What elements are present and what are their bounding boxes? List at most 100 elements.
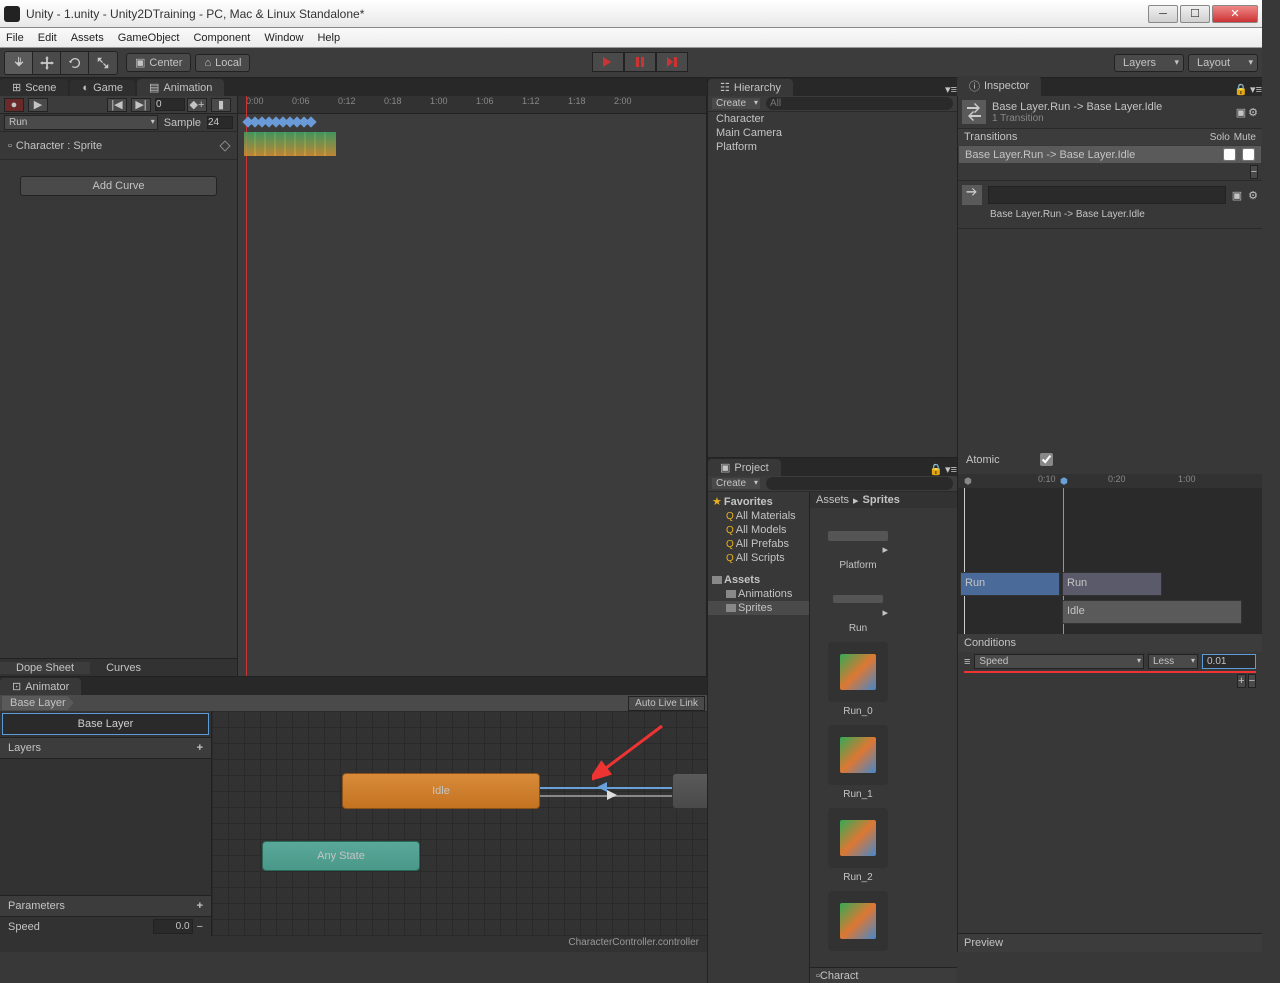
breadcrumb-assets[interactable]: Assets bbox=[816, 494, 849, 506]
auto-live-link-button[interactable]: Auto Live Link bbox=[628, 696, 705, 711]
pivot-local-button[interactable]: ⌂Local bbox=[195, 54, 250, 72]
dope-sheet-tab[interactable]: Dope Sheet bbox=[0, 662, 90, 674]
drag-handle-icon[interactable]: ≡ bbox=[964, 656, 970, 668]
trans-block-run2[interactable]: Run bbox=[1062, 572, 1162, 596]
state-graph[interactable]: Idle Run Any State bbox=[212, 711, 707, 936]
playhead-marker-icon[interactable]: ⬢ bbox=[964, 476, 972, 487]
layers-dropdown[interactable]: Layers bbox=[1114, 54, 1184, 72]
fav-all-materials[interactable]: QAll Materials bbox=[708, 509, 809, 523]
add-condition-button[interactable]: + bbox=[1237, 674, 1245, 688]
close-button[interactable]: ✕ bbox=[1212, 5, 1258, 23]
anim-play-button[interactable]: ▶ bbox=[28, 98, 48, 112]
favorites-header[interactable]: ★Favorites bbox=[708, 494, 809, 509]
layout-dropdown[interactable]: Layout bbox=[1188, 54, 1258, 72]
solo-checkbox[interactable] bbox=[1223, 148, 1236, 161]
parameter-value-field[interactable] bbox=[153, 919, 193, 934]
lock-icon[interactable]: 🔒 bbox=[1234, 83, 1248, 96]
frame-field[interactable] bbox=[155, 98, 185, 111]
add-event-button[interactable]: ▮ bbox=[211, 98, 231, 112]
menu-component[interactable]: Component bbox=[193, 32, 250, 44]
next-key-button[interactable]: ▶| bbox=[131, 98, 151, 112]
move-tool-button[interactable] bbox=[33, 52, 61, 74]
timeline-ruler[interactable]: 0:00 0:06 0:12 0:18 1:00 1:06 1:12 1:18 … bbox=[238, 96, 706, 114]
sample-field[interactable] bbox=[207, 116, 233, 129]
transition-name-field[interactable] bbox=[988, 186, 1226, 204]
parameter-speed[interactable]: Speed − bbox=[0, 917, 211, 936]
mute-checkbox[interactable] bbox=[1242, 148, 1255, 161]
trans-block-idle[interactable]: Idle bbox=[1062, 600, 1242, 624]
marker-icon[interactable]: ⬢ bbox=[1060, 476, 1068, 487]
tab-project[interactable]: ▣Project bbox=[708, 459, 781, 476]
scale-tool-button[interactable] bbox=[89, 52, 117, 74]
hand-tool-button[interactable] bbox=[5, 52, 33, 74]
remove-transition-button[interactable]: − bbox=[1250, 165, 1258, 179]
transition-list-item[interactable]: Base Layer.Run -> Base Layer.Idle bbox=[959, 146, 1261, 163]
menu-help[interactable]: Help bbox=[317, 32, 340, 44]
breadcrumb-sprites[interactable]: Sprites bbox=[863, 494, 900, 506]
asset-run-1[interactable]: Run_1 bbox=[818, 725, 898, 800]
menu-file[interactable]: File bbox=[6, 32, 24, 44]
hierarchy-search-input[interactable] bbox=[766, 97, 953, 110]
fav-all-models[interactable]: QAll Models bbox=[708, 523, 809, 537]
tab-game[interactable]: ◐Game bbox=[70, 80, 135, 96]
panel-menu-icon[interactable]: ▾≡ bbox=[945, 83, 957, 96]
add-key-button[interactable]: ◆+ bbox=[187, 98, 207, 112]
remove-condition-button[interactable]: − bbox=[1248, 674, 1256, 688]
fav-all-scripts[interactable]: QAll Scripts bbox=[708, 551, 809, 565]
timeline-area[interactable]: 0:00 0:06 0:12 0:18 1:00 1:06 1:12 1:18 … bbox=[238, 96, 706, 676]
breadcrumb-base-layer[interactable]: Base Layer bbox=[2, 696, 74, 710]
pause-button[interactable] bbox=[624, 52, 656, 72]
hierarchy-item-character[interactable]: Character bbox=[708, 112, 957, 126]
prev-key-button[interactable]: |◀ bbox=[107, 98, 127, 112]
condition-value-field[interactable] bbox=[1202, 654, 1256, 669]
help-icon[interactable]: ▣ bbox=[1232, 189, 1242, 202]
transition-line-2[interactable] bbox=[540, 795, 672, 797]
state-run[interactable]: Run bbox=[672, 773, 707, 809]
settings-icon[interactable]: ⚙ bbox=[1248, 189, 1258, 202]
folder-sprites[interactable]: Sprites bbox=[708, 601, 809, 615]
settings-icon[interactable]: ⚙ bbox=[1248, 106, 1258, 119]
preview-header[interactable]: Preview bbox=[958, 933, 1262, 952]
folder-animations[interactable]: Animations bbox=[708, 587, 809, 601]
clip-dropdown[interactable]: Run bbox=[4, 115, 158, 130]
panel-menu-icon[interactable]: ▾≡ bbox=[945, 463, 957, 476]
assets-folder[interactable]: Assets bbox=[708, 573, 809, 587]
transition-timeline[interactable]: ⬢ 0:10 ⬢ 0:20 1:00 Run Run Idle bbox=[958, 474, 1262, 634]
layer-base[interactable]: Base Layer bbox=[2, 713, 209, 735]
curves-tab[interactable]: Curves bbox=[90, 662, 157, 674]
project-search-input[interactable] bbox=[766, 477, 953, 490]
menu-gameobject[interactable]: GameObject bbox=[118, 32, 180, 44]
state-idle[interactable]: Idle bbox=[342, 773, 540, 809]
atomic-checkbox[interactable] bbox=[1040, 453, 1053, 466]
asset-run-0[interactable]: Run_0 bbox=[818, 642, 898, 717]
menu-window[interactable]: Window bbox=[264, 32, 303, 44]
asset-run[interactable]: ▸ Run bbox=[818, 579, 898, 634]
pivot-center-button[interactable]: ▣Center bbox=[126, 53, 191, 72]
project-create-button[interactable]: Create bbox=[712, 478, 760, 489]
tab-scene[interactable]: ⊞Scene bbox=[0, 79, 68, 96]
playhead[interactable] bbox=[246, 96, 247, 676]
fav-all-prefabs[interactable]: QAll Prefabs bbox=[708, 537, 809, 551]
condition-op-dropdown[interactable]: Less bbox=[1148, 654, 1198, 669]
tab-animator[interactable]: ⊡Animator bbox=[0, 678, 81, 695]
asset-run-3[interactable] bbox=[818, 891, 898, 951]
expand-icon[interactable]: ▸ bbox=[882, 606, 888, 619]
tab-inspector[interactable]: ⓘInspector bbox=[957, 76, 1041, 96]
asset-platform[interactable]: ▸ Platform bbox=[818, 516, 898, 571]
menu-edit[interactable]: Edit bbox=[38, 32, 57, 44]
hierarchy-item-camera[interactable]: Main Camera bbox=[708, 126, 957, 140]
tab-hierarchy[interactable]: ☷Hierarchy bbox=[708, 79, 793, 96]
remove-param-button[interactable]: − bbox=[197, 921, 203, 933]
hierarchy-create-button[interactable]: Create bbox=[712, 98, 760, 109]
help-icon[interactable]: ▣ bbox=[1236, 106, 1246, 119]
condition-param-dropdown[interactable]: Speed bbox=[974, 654, 1144, 669]
menu-assets[interactable]: Assets bbox=[71, 32, 104, 44]
minimize-button[interactable]: ─ bbox=[1148, 5, 1178, 23]
property-row[interactable]: ▫ Character : Sprite bbox=[0, 132, 237, 160]
rotate-tool-button[interactable] bbox=[61, 52, 89, 74]
hierarchy-item-platform[interactable]: Platform bbox=[708, 140, 957, 154]
add-curve-button[interactable]: Add Curve bbox=[20, 176, 217, 196]
asset-run-2[interactable]: Run_2 bbox=[818, 808, 898, 883]
state-any[interactable]: Any State bbox=[262, 841, 420, 871]
record-button[interactable]: ● bbox=[4, 98, 24, 112]
